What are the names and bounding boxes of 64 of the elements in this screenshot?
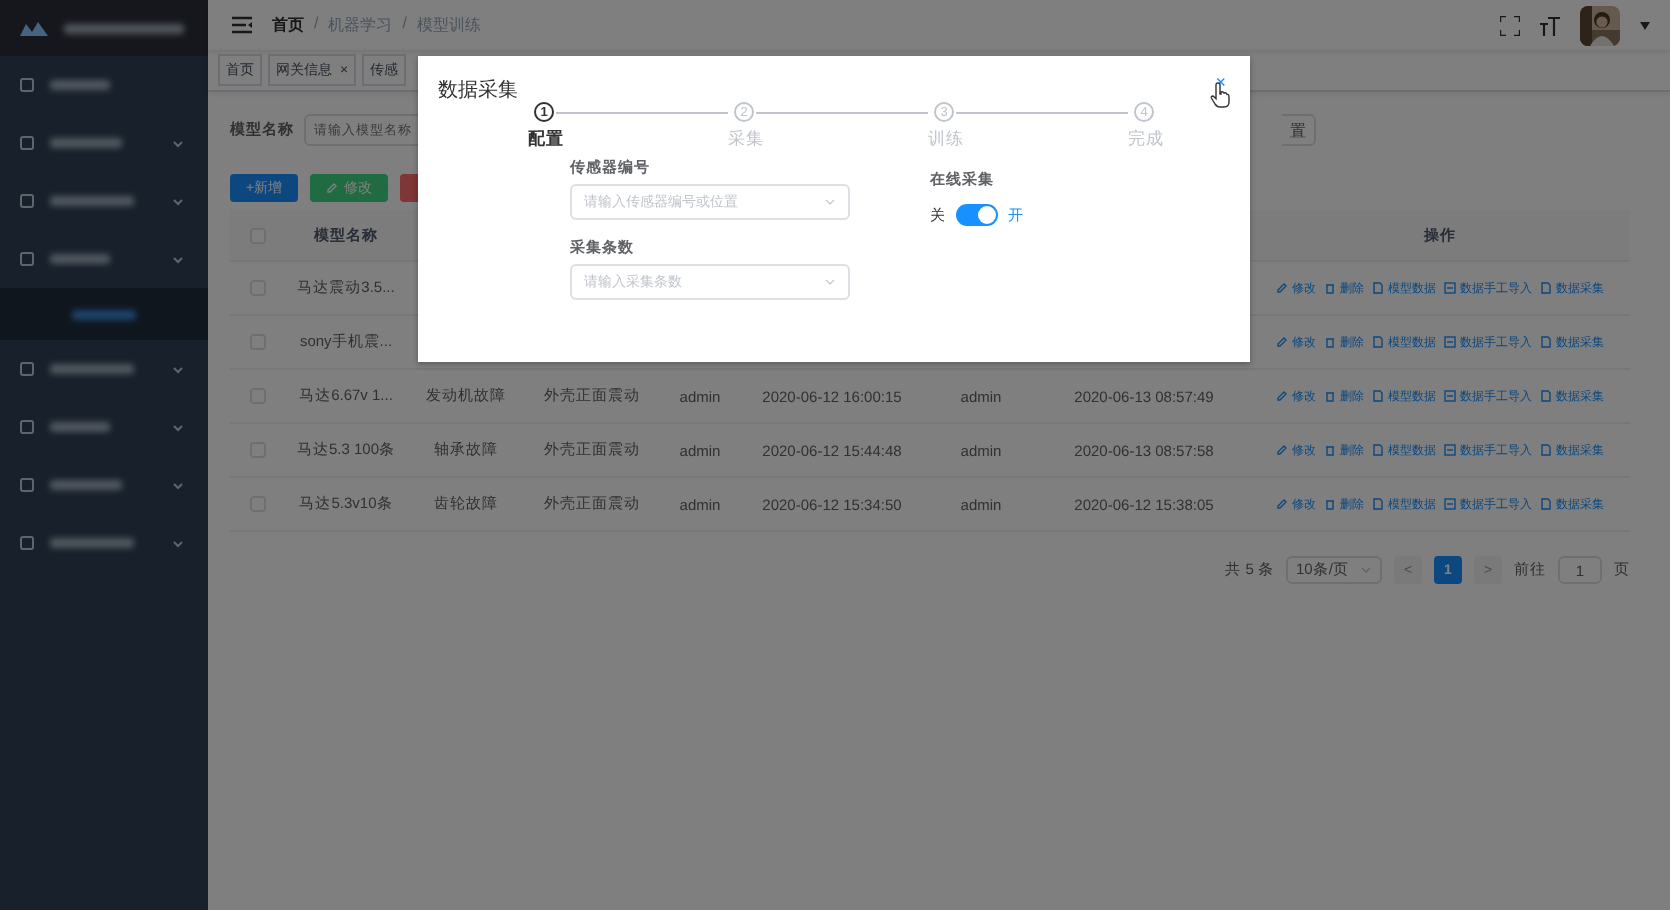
menu-icon[interactable] bbox=[232, 16, 252, 34]
document-icon bbox=[1372, 336, 1384, 348]
chevron-icon bbox=[1360, 564, 1372, 576]
breadcrumb-item[interactable]: 首页 bbox=[272, 14, 304, 36]
chevron-icon bbox=[824, 276, 836, 288]
square-icon bbox=[1444, 390, 1456, 402]
blurred-label bbox=[72, 309, 136, 319]
blurred-label bbox=[50, 364, 134, 374]
document-icon bbox=[1540, 498, 1552, 510]
document-icon bbox=[1372, 444, 1384, 456]
menu-item-icon bbox=[20, 136, 34, 150]
pencil-icon bbox=[1276, 444, 1288, 456]
pencil-icon bbox=[1276, 390, 1288, 402]
step-label: 配置 bbox=[528, 128, 566, 152]
dialog-title: 数据采集 bbox=[438, 77, 518, 104]
trash-icon bbox=[1324, 498, 1336, 510]
sidebar-item[interactable] bbox=[0, 288, 208, 340]
breadcrumb-separator: / bbox=[402, 14, 407, 36]
blurred-label bbox=[50, 196, 134, 206]
menu-item-icon bbox=[20, 478, 34, 492]
blurred-label bbox=[50, 254, 110, 264]
document-icon bbox=[1372, 282, 1384, 294]
step-label: 完成 bbox=[1128, 128, 1166, 152]
document-icon bbox=[1372, 390, 1384, 402]
caret-icon[interactable] bbox=[1640, 21, 1650, 29]
breadcrumb-separator: / bbox=[314, 14, 319, 36]
blurred-label bbox=[64, 23, 184, 33]
blurred-label bbox=[50, 538, 134, 548]
square-icon bbox=[1444, 498, 1456, 510]
document-icon bbox=[1540, 282, 1552, 294]
menu-item-icon bbox=[20, 78, 34, 92]
square-icon bbox=[1444, 444, 1456, 456]
trash-icon bbox=[1324, 282, 1336, 294]
document-icon bbox=[1540, 444, 1552, 456]
logo-icon bbox=[20, 20, 48, 36]
trash-icon bbox=[1324, 390, 1336, 402]
document-icon bbox=[1540, 336, 1552, 348]
menu-item-icon bbox=[20, 194, 34, 208]
menu-item-icon bbox=[20, 536, 34, 550]
pencil-icon bbox=[1276, 498, 1288, 510]
blurred-label bbox=[50, 422, 110, 432]
blurred-label bbox=[50, 480, 122, 490]
trash-icon bbox=[1324, 336, 1336, 348]
blurred-label bbox=[50, 138, 122, 148]
menu-item-icon bbox=[20, 252, 34, 266]
pencil-icon bbox=[326, 182, 339, 194]
toggle-switch[interactable] bbox=[956, 204, 998, 226]
fullscreen-icon[interactable] bbox=[1500, 15, 1520, 35]
trash-icon bbox=[1324, 444, 1336, 456]
blurred-label bbox=[50, 80, 110, 90]
text-size-icon[interactable] bbox=[1540, 15, 1560, 35]
document-icon bbox=[1372, 498, 1384, 510]
step-label: 采集 bbox=[728, 128, 766, 152]
square-icon bbox=[1444, 282, 1456, 294]
hand-cursor-icon bbox=[1210, 82, 1230, 108]
menu-item-icon bbox=[20, 420, 34, 434]
step-label: 训练 bbox=[928, 128, 966, 152]
pencil-icon bbox=[1276, 282, 1288, 294]
document-icon bbox=[1540, 390, 1552, 402]
chevron-icon bbox=[824, 196, 836, 208]
square-icon bbox=[1444, 336, 1456, 348]
menu-item-icon bbox=[20, 362, 34, 376]
reset-button[interactable]: 置 bbox=[1282, 114, 1316, 146]
pencil-icon bbox=[1276, 336, 1288, 348]
